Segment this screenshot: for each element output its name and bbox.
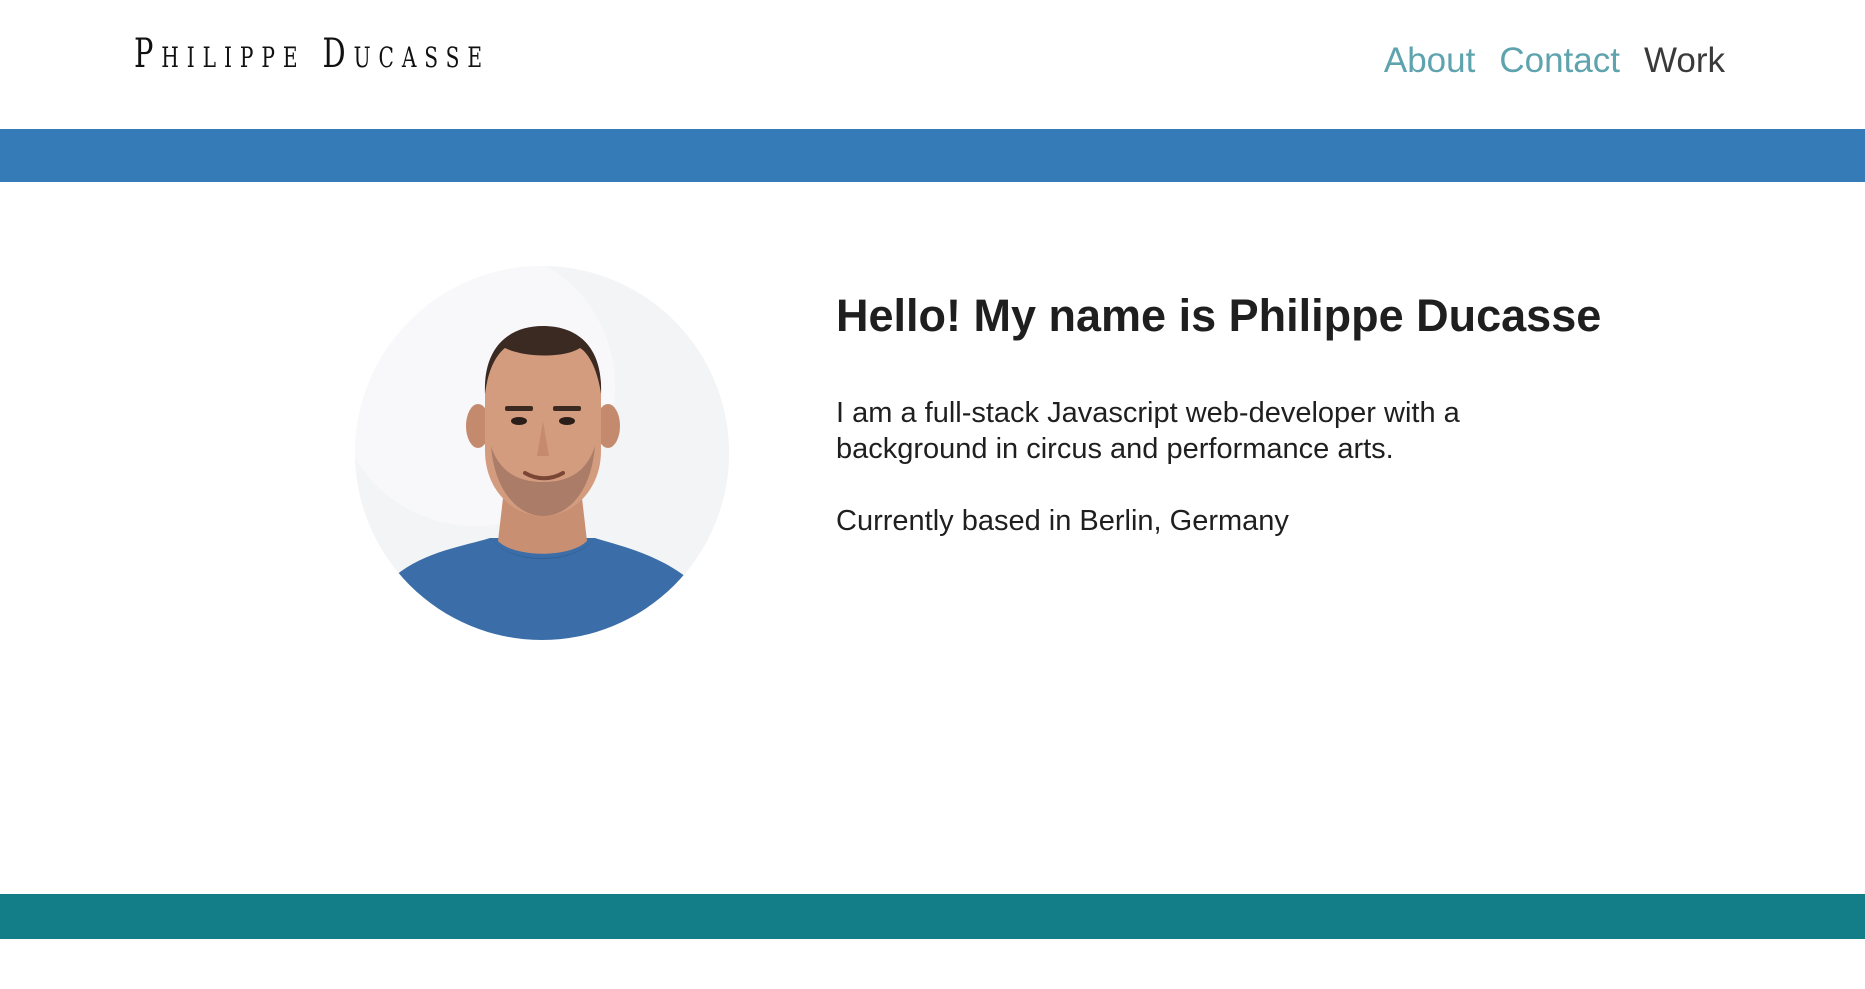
location-text: Currently based in Berlin, Germany <box>836 505 1289 537</box>
bottom-color-band <box>0 894 1865 939</box>
nav-about-link[interactable]: About <box>1384 41 1475 81</box>
portrait-photo-icon <box>355 266 729 640</box>
intro-section: Hello! My name is Philippe Ducasse I am … <box>836 290 1602 539</box>
site-logo[interactable]: Philippe Ducasse <box>134 34 490 74</box>
profile-photo <box>355 266 729 640</box>
intro-heading: Hello! My name is Philippe Ducasse <box>836 290 1602 341</box>
nav-contact-link[interactable]: Contact <box>1499 41 1620 81</box>
site-header: Philippe Ducasse About Contact Work <box>0 0 1865 129</box>
main-nav: About Contact Work <box>1384 41 1725 81</box>
top-color-band <box>0 129 1865 182</box>
nav-work-link[interactable]: Work <box>1644 41 1725 81</box>
bio-text: I am a full-stack Javascript web-develop… <box>836 397 1460 465</box>
